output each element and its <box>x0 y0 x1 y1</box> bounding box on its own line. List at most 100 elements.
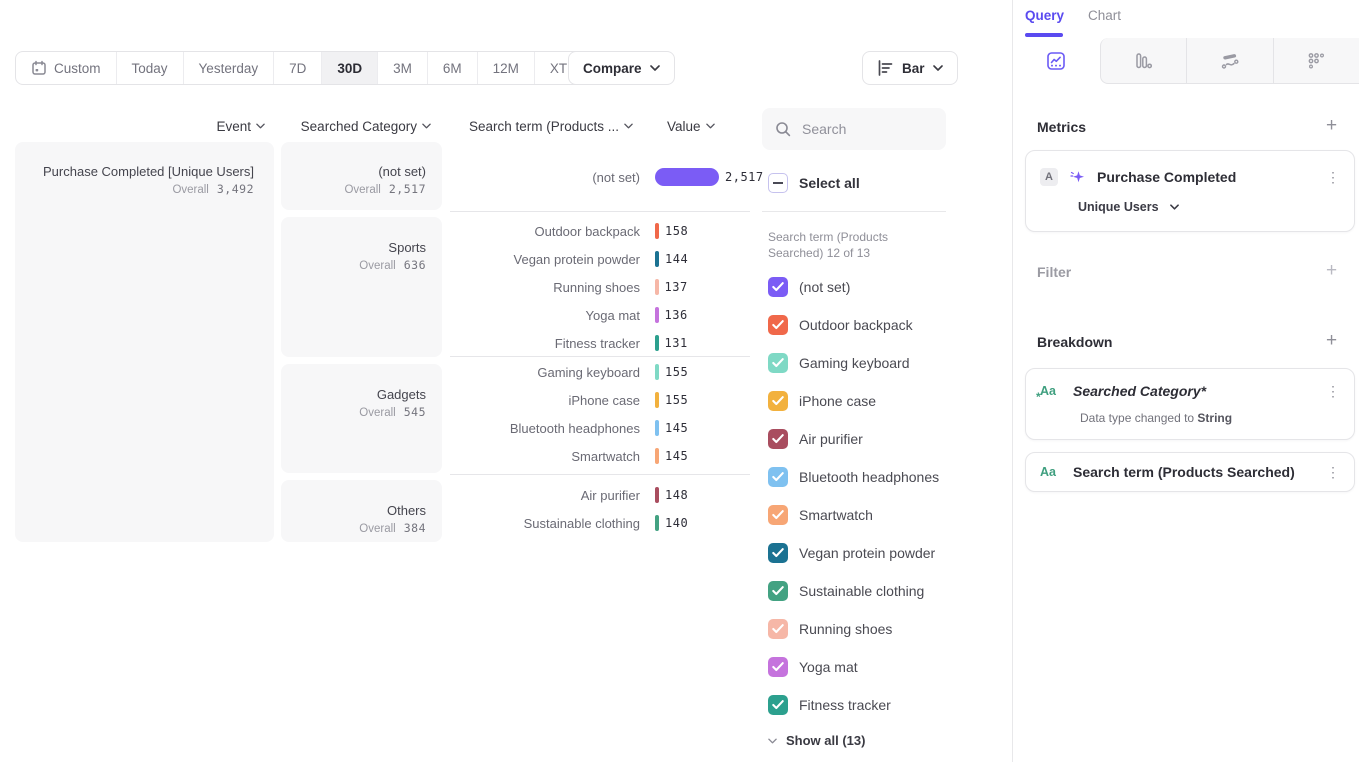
checkbox-checked[interactable] <box>768 581 788 601</box>
date-range-30d[interactable]: 30D <box>322 52 378 84</box>
legend-item-bluetooth-headphones[interactable]: Bluetooth headphones <box>768 467 939 487</box>
breakdown-card-searched-category[interactable]: Aa* Searched Category* ⋮ Data type chang… <box>1025 368 1355 440</box>
analytics-app: CustomTodayYesterday7D30D3M6M12MXTD Comp… <box>0 0 1359 762</box>
insights-icon <box>1046 51 1066 71</box>
date-range-3m[interactable]: 3M <box>378 52 428 84</box>
tab-chart[interactable]: Chart <box>1088 8 1121 23</box>
legend-item-iphone-case[interactable]: iPhone case <box>768 391 939 411</box>
tab-retention[interactable] <box>1273 38 1359 84</box>
series-badge: A <box>1040 168 1058 186</box>
metric-card[interactable]: A Purchase Completed ⋮ Unique Users <box>1025 150 1355 232</box>
add-breakdown-button[interactable]: + <box>1326 333 1337 349</box>
date-range-yesterday[interactable]: Yesterday <box>184 52 275 84</box>
legend-item-outdoor-backpack[interactable]: Outdoor backpack <box>768 315 939 335</box>
select-all-row[interactable]: Select all <box>768 173 860 193</box>
term-row[interactable]: Sustainable clothing140 <box>450 509 750 537</box>
legend-item-fitness-tracker[interactable]: Fitness tracker <box>768 695 939 715</box>
term-row[interactable]: Gaming keyboard155 <box>450 358 750 386</box>
add-filter-button[interactable]: + <box>1326 263 1337 279</box>
breakdown-card-search-term[interactable]: Aa Search term (Products Searched) ⋮ <box>1025 452 1355 492</box>
date-range-custom[interactable]: Custom <box>16 52 117 84</box>
overall-label: Overall <box>344 184 380 196</box>
check-icon <box>772 358 784 368</box>
chart-type-button[interactable]: Bar <box>862 51 958 85</box>
legend-item-yoga-mat[interactable]: Yoga mat <box>768 657 939 677</box>
term-header-label: Search term (Products ... <box>469 119 619 134</box>
value-label: 136 <box>665 308 688 322</box>
flows-icon <box>1220 51 1240 71</box>
checkbox-checked[interactable] <box>768 695 788 715</box>
kebab-menu-icon[interactable]: ⋮ <box>1326 171 1340 184</box>
category-cell-sports[interactable]: SportsOverall636 <box>281 217 442 357</box>
term-row[interactable]: Air purifier148 <box>450 481 750 509</box>
add-metric-button[interactable]: + <box>1326 118 1337 134</box>
column-header-category[interactable]: Searched Category <box>281 117 431 135</box>
category-cell-gadgets[interactable]: GadgetsOverall545 <box>281 364 442 473</box>
legend-item-gaming-keyboard[interactable]: Gaming keyboard <box>768 353 939 373</box>
checkbox-checked[interactable] <box>768 657 788 677</box>
kebab-menu-icon[interactable]: ⋮ <box>1326 385 1340 398</box>
checkbox-checked[interactable] <box>768 619 788 639</box>
overall-label: Overall <box>359 260 395 272</box>
category-cell-others[interactable]: OthersOverall384 <box>281 480 442 542</box>
checkbox-checked[interactable] <box>768 543 788 563</box>
term-row[interactable]: Running shoes137 <box>450 273 750 301</box>
checkbox-checked[interactable] <box>768 353 788 373</box>
legend-item-smartwatch[interactable]: Smartwatch <box>768 505 939 525</box>
value-bar <box>655 279 659 295</box>
term-label: Bluetooth headphones <box>450 421 640 436</box>
date-range-6m[interactable]: 6M <box>428 52 478 84</box>
checkbox-checked[interactable] <box>768 467 788 487</box>
legend-item-vegan-protein-powder[interactable]: Vegan protein powder <box>768 543 939 563</box>
metric-measure-row[interactable]: Unique Users <box>1026 200 1354 214</box>
value-bar <box>655 420 659 436</box>
term-row[interactable]: (not set)2,517 <box>450 163 750 191</box>
term-row[interactable]: Fitness tracker131 <box>450 329 750 357</box>
term-row[interactable]: Outdoor backpack158 <box>450 217 750 245</box>
legend-item-running-shoes[interactable]: Running shoes <box>768 619 939 639</box>
category-cell--not-set-[interactable]: (not set)Overall2,517 <box>281 142 442 210</box>
column-header-event[interactable]: Event <box>15 117 265 135</box>
check-icon <box>772 320 784 330</box>
date-range-label: Yesterday <box>199 61 259 76</box>
tab-flows[interactable] <box>1186 38 1273 84</box>
show-all-button[interactable]: Show all (13) <box>768 733 865 748</box>
checkbox-checked[interactable] <box>768 315 788 335</box>
legend-search <box>762 108 946 150</box>
tab-insights[interactable] <box>1013 38 1100 84</box>
tab-funnels[interactable] <box>1100 38 1187 84</box>
search-icon <box>775 121 791 137</box>
kebab-menu-icon[interactable]: ⋮ <box>1326 466 1340 479</box>
term-row[interactable]: iPhone case155 <box>450 386 750 414</box>
value-bar <box>655 335 659 351</box>
search-input[interactable] <box>800 120 924 138</box>
date-range-label: 30D <box>337 61 362 76</box>
check-icon <box>772 472 784 482</box>
checkbox-checked[interactable] <box>768 429 788 449</box>
legend-item-label: Gaming keyboard <box>799 355 910 371</box>
select-all-checkbox[interactable] <box>768 173 788 193</box>
term-row[interactable]: Bluetooth headphones145 <box>450 414 750 442</box>
checkbox-checked[interactable] <box>768 277 788 297</box>
legend-item-sustainable-clothing[interactable]: Sustainable clothing <box>768 581 939 601</box>
checkbox-checked[interactable] <box>768 391 788 411</box>
tab-query[interactable]: Query <box>1025 8 1064 23</box>
legend-item-label: Smartwatch <box>799 507 873 523</box>
term-row[interactable]: Smartwatch145 <box>450 442 750 470</box>
overall-value: 3,492 <box>217 182 254 196</box>
term-row[interactable]: Vegan protein powder144 <box>450 245 750 273</box>
column-header-value[interactable]: Value <box>667 117 737 135</box>
checkbox-checked[interactable] <box>768 505 788 525</box>
date-range-7d[interactable]: 7D <box>274 52 322 84</box>
column-header-term[interactable]: Search term (Products ... <box>450 117 633 135</box>
event-cell[interactable]: Purchase Completed [Unique Users] Overal… <box>15 142 274 542</box>
compare-button[interactable]: Compare <box>568 51 675 85</box>
legend-item-air-purifier[interactable]: Air purifier <box>768 429 939 449</box>
date-range-today[interactable]: Today <box>117 52 184 84</box>
bar-zone: 155 <box>655 364 688 380</box>
category-overall: Overall2,517 <box>291 182 426 196</box>
legend-item--not-set-[interactable]: (not set) <box>768 277 939 297</box>
date-range-12m[interactable]: 12M <box>478 52 535 84</box>
term-row[interactable]: Yoga mat136 <box>450 301 750 329</box>
term-label: Fitness tracker <box>450 336 640 351</box>
